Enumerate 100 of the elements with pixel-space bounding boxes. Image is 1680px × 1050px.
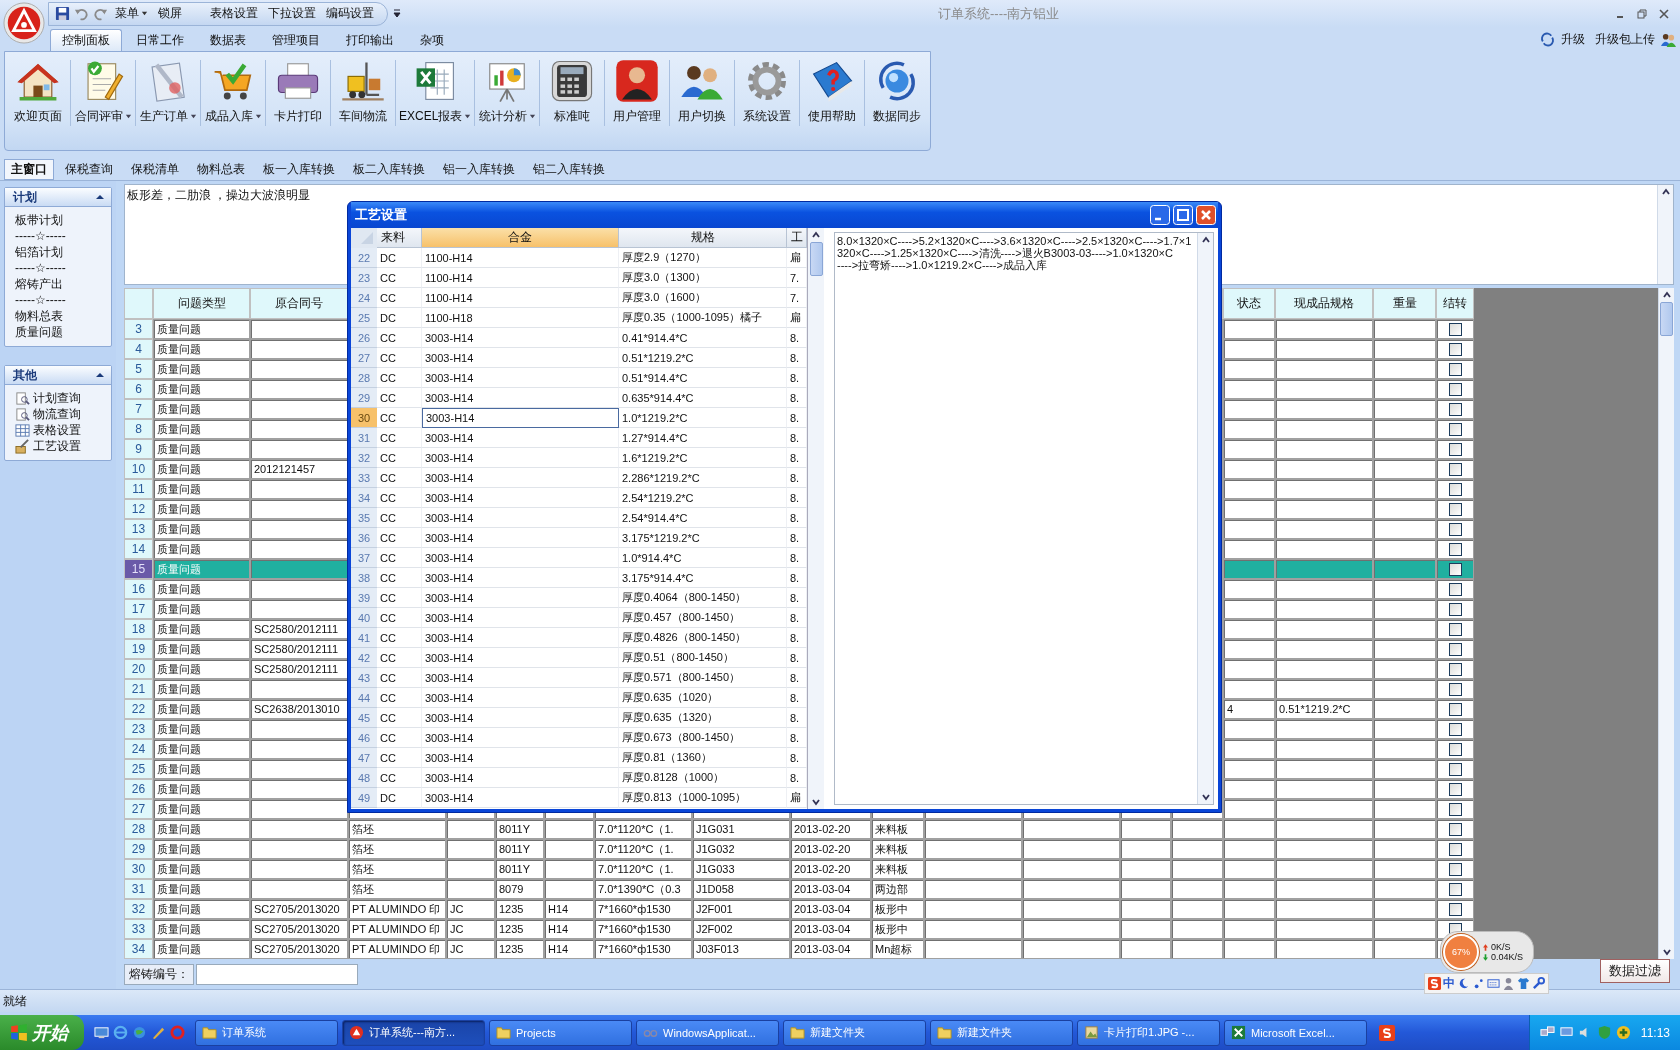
table-cell: J2F002 [692, 919, 790, 940]
table-cell: CC [377, 488, 422, 508]
table-cell: 质量问题 [153, 559, 250, 580]
table-cell: 3003-H14 [422, 608, 619, 628]
table-cell: 2.54*914.4*C [619, 508, 787, 528]
table-cell: 厚度0.81（1360） [619, 748, 787, 768]
table-cell: 3003-H14 [422, 788, 619, 808]
table-cell: 8011Y [495, 839, 544, 860]
table-cell: 3003-H14 [422, 508, 619, 528]
table-cell: 质量问题 [153, 779, 250, 800]
table-cell: 3003-H14 [422, 528, 619, 548]
table-cell: DC [377, 788, 422, 808]
table-cell: CC [377, 428, 422, 448]
table-cell: J2F001 [692, 899, 790, 920]
table-cell: 1100-H14 [422, 288, 619, 308]
table-cell: 2013-02-20 [790, 859, 871, 880]
separator-text: -----☆----- [15, 229, 67, 244]
table-cell: 箔坯 [348, 859, 446, 880]
table-cell: 箔坯 [348, 839, 446, 860]
table-cell: 质量问题 [153, 799, 250, 820]
table-cell: JC [446, 919, 495, 940]
table-cell: 8079 [495, 879, 544, 900]
table-cell: 厚度0.635（1020） [619, 688, 787, 708]
table-cell: 厚度2.9（1270） [619, 248, 787, 268]
table-cell: CC [377, 368, 422, 388]
table-cell: 3003-H14 [422, 688, 619, 708]
table-cell: 质量问题 [153, 499, 250, 520]
table-cell: 1.27*914.4*C [619, 428, 787, 448]
table-cell: 板形中 [871, 919, 924, 940]
table-cell: 7.0*1120*C（1. [594, 839, 692, 860]
separator-text: -----☆----- [15, 261, 67, 276]
table-cell: 3003-H14 [422, 588, 619, 608]
table-cell: 厚度0.813（1000-1095） [619, 788, 787, 808]
table-cell: PT ALUMINDO 印 [348, 939, 446, 960]
table-cell: 质量问题 [153, 479, 250, 500]
table-cell: CC [377, 688, 422, 708]
separator-text: -----☆----- [15, 293, 67, 308]
table-cell: 质量问题 [153, 879, 250, 900]
table-cell: 来料板 [871, 819, 924, 840]
table-cell: 质量问题 [153, 859, 250, 880]
table-cell: 3.175*914.4*C [619, 568, 787, 588]
table-cell: 3003-H14 [422, 708, 619, 728]
table-cell: 0.51*914.4*C [619, 368, 787, 388]
table-cell: 质量问题 [153, 659, 250, 680]
table-cell: H14 [544, 899, 594, 920]
table-cell: DC [377, 308, 422, 328]
table-cell: CC [377, 268, 422, 288]
table-cell: 3003-H14 [422, 728, 619, 748]
table-cell: 质量问题 [153, 939, 250, 960]
table-cell: JC [446, 899, 495, 920]
table-cell: J03F013 [692, 939, 790, 960]
table-cell: J1G033 [692, 859, 790, 880]
table-cell: 厚度0.51（800-1450） [619, 648, 787, 668]
table-cell: 8011Y [495, 819, 544, 840]
table-cell: 1100-H18 [422, 308, 619, 328]
table-cell: CC [377, 388, 422, 408]
table-cell: 1235 [495, 939, 544, 960]
table-cell: H14 [544, 919, 594, 940]
table-cell: CC [377, 288, 422, 308]
table-cell: 3003-H14 [422, 748, 619, 768]
table-cell: 质量问题 [153, 379, 250, 400]
table-cell: 3003-H14 [422, 388, 619, 408]
table-cell: CC [377, 588, 422, 608]
table-cell: 厚度0.571（800-1450） [619, 668, 787, 688]
table-cell: 质量问题 [153, 699, 250, 720]
table-cell: 3003-H14 [422, 468, 619, 488]
table-cell: SC2580/2012111 [250, 619, 348, 640]
table-cell: 质量问题 [153, 579, 250, 600]
table-cell: CC [377, 328, 422, 348]
table-cell: 7*1660*ф1530 [594, 919, 692, 940]
table-cell: 2013-03-04 [790, 919, 871, 940]
table-cell: J1G031 [692, 819, 790, 840]
table-cell: 质量问题 [153, 599, 250, 620]
table-cell: CC [377, 348, 422, 368]
clock: 11:13 [1640, 1025, 1670, 1040]
table-cell: 1100-H14 [422, 268, 619, 288]
table-cell: 质量问题 [153, 819, 250, 840]
table-cell: 质量问题 [153, 619, 250, 640]
table-cell: CC [377, 468, 422, 488]
table-cell: 3.175*1219.2*C [619, 528, 787, 548]
table-cell: 质量问题 [153, 679, 250, 700]
window-title: 订单系统----南方铝业 [938, 5, 1060, 23]
table-cell: 3003-H14 [422, 548, 619, 568]
table-cell: SC2705/2013020 [250, 899, 348, 920]
table-cell: SC2580/2012111 [250, 659, 348, 680]
status-text: 就绪 [3, 992, 27, 1010]
table-cell: 1100-H14 [422, 248, 619, 268]
table-cell: CC [377, 648, 422, 668]
table-cell: J1G032 [692, 839, 790, 860]
table-cell: 质量问题 [153, 539, 250, 560]
table-cell: 厚度3.0（1600） [619, 288, 787, 308]
table-cell: SC2705/2013020 [250, 919, 348, 940]
table-cell: CC [377, 448, 422, 468]
table-cell: 质量问题 [153, 319, 250, 340]
table-cell: 2013-02-20 [790, 839, 871, 860]
table-cell: 质量问题 [153, 339, 250, 360]
table-cell: 质量问题 [153, 919, 250, 940]
table-cell: CC [377, 568, 422, 588]
table-cell: 质量问题 [153, 839, 250, 860]
table-cell: CC [377, 528, 422, 548]
